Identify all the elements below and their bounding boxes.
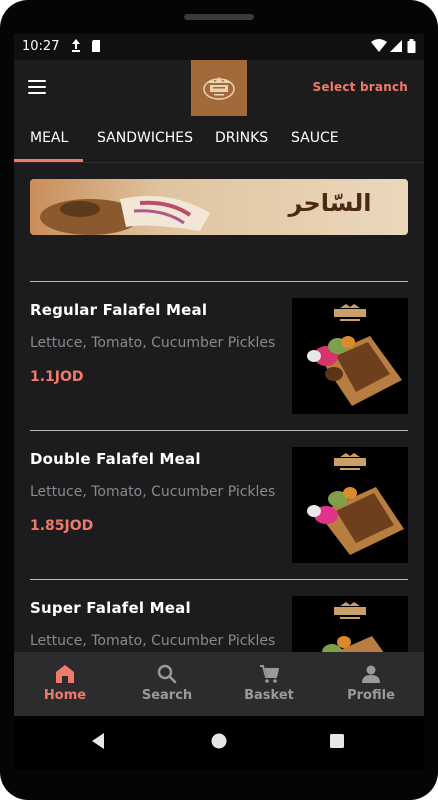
- item-description: Lettuce, Tomato, Cucumber Pickles: [30, 484, 276, 500]
- nav-search-label: Search: [141, 688, 193, 703]
- nav-basket-label: Basket: [244, 688, 294, 703]
- app-bar: Select branch: [14, 60, 424, 116]
- tab-sauce[interactable]: SAUCE: [291, 130, 339, 146]
- search-icon: [157, 664, 177, 684]
- recents-icon[interactable]: [329, 732, 345, 754]
- wifi-icon: [371, 38, 387, 58]
- item-name: Double Falafel Meal: [30, 450, 201, 468]
- device-frame: 10:27 Select branch MEAL SANDWICHES DRIN…: [0, 0, 438, 800]
- person-icon: [361, 664, 381, 684]
- nav-home[interactable]: Home: [14, 652, 116, 716]
- nav-home-label: Home: [43, 688, 87, 703]
- tab-sandwiches[interactable]: SANDWICHES: [97, 130, 193, 146]
- item-image: [292, 447, 408, 563]
- nav-profile-label: Profile: [347, 688, 395, 703]
- nav-search[interactable]: Search: [116, 652, 218, 716]
- nav-basket[interactable]: Basket: [218, 652, 320, 716]
- menu-item[interactable]: Regular Falafel Meal Lettuce, Tomato, Cu…: [14, 282, 424, 430]
- system-navigation-bar: [14, 716, 424, 770]
- select-branch-button[interactable]: Select branch: [313, 80, 408, 94]
- item-name: Super Falafel Meal: [30, 599, 191, 617]
- restaurant-logo: [191, 60, 247, 116]
- tab-meal[interactable]: MEAL: [30, 130, 68, 146]
- app-screen: 10:27 Select branch MEAL SANDWICHES DRIN…: [14, 34, 424, 770]
- item-price: 1.85JOD: [30, 518, 94, 534]
- hamburger-menu-icon[interactable]: [28, 80, 48, 96]
- navigation-icon: [70, 38, 82, 58]
- nav-profile[interactable]: Profile: [320, 652, 422, 716]
- bottom-navigation: Home Search Basket Profile: [14, 652, 424, 716]
- status-time: 10:27: [22, 39, 60, 54]
- item-price: 1.1JOD: [30, 369, 84, 385]
- back-icon[interactable]: [90, 732, 106, 754]
- banner-text: السّاحر: [288, 189, 372, 217]
- device-speaker: [184, 14, 254, 20]
- home-icon: [55, 664, 75, 684]
- sd-card-icon: [90, 38, 102, 58]
- home-circle-icon[interactable]: [211, 732, 227, 754]
- category-tabs: MEAL SANDWICHES DRINKS SAUCE: [14, 116, 424, 163]
- item-description: Lettuce, Tomato, Cucumber Pickles: [30, 335, 276, 351]
- status-bar: 10:27: [14, 34, 424, 60]
- menu-item[interactable]: Double Falafel Meal Lettuce, Tomato, Cuc…: [14, 431, 424, 579]
- active-tab-indicator: [14, 159, 83, 162]
- tab-drinks[interactable]: DRINKS: [215, 130, 268, 146]
- item-name: Regular Falafel Meal: [30, 301, 208, 319]
- item-image: [292, 298, 408, 414]
- promo-banner[interactable]: السّاحر: [30, 179, 408, 235]
- cart-icon: [259, 664, 280, 684]
- battery-icon: [407, 38, 416, 58]
- item-description: Lettuce, Tomato, Cucumber Pickles: [30, 633, 276, 649]
- signal-icon: [389, 38, 403, 58]
